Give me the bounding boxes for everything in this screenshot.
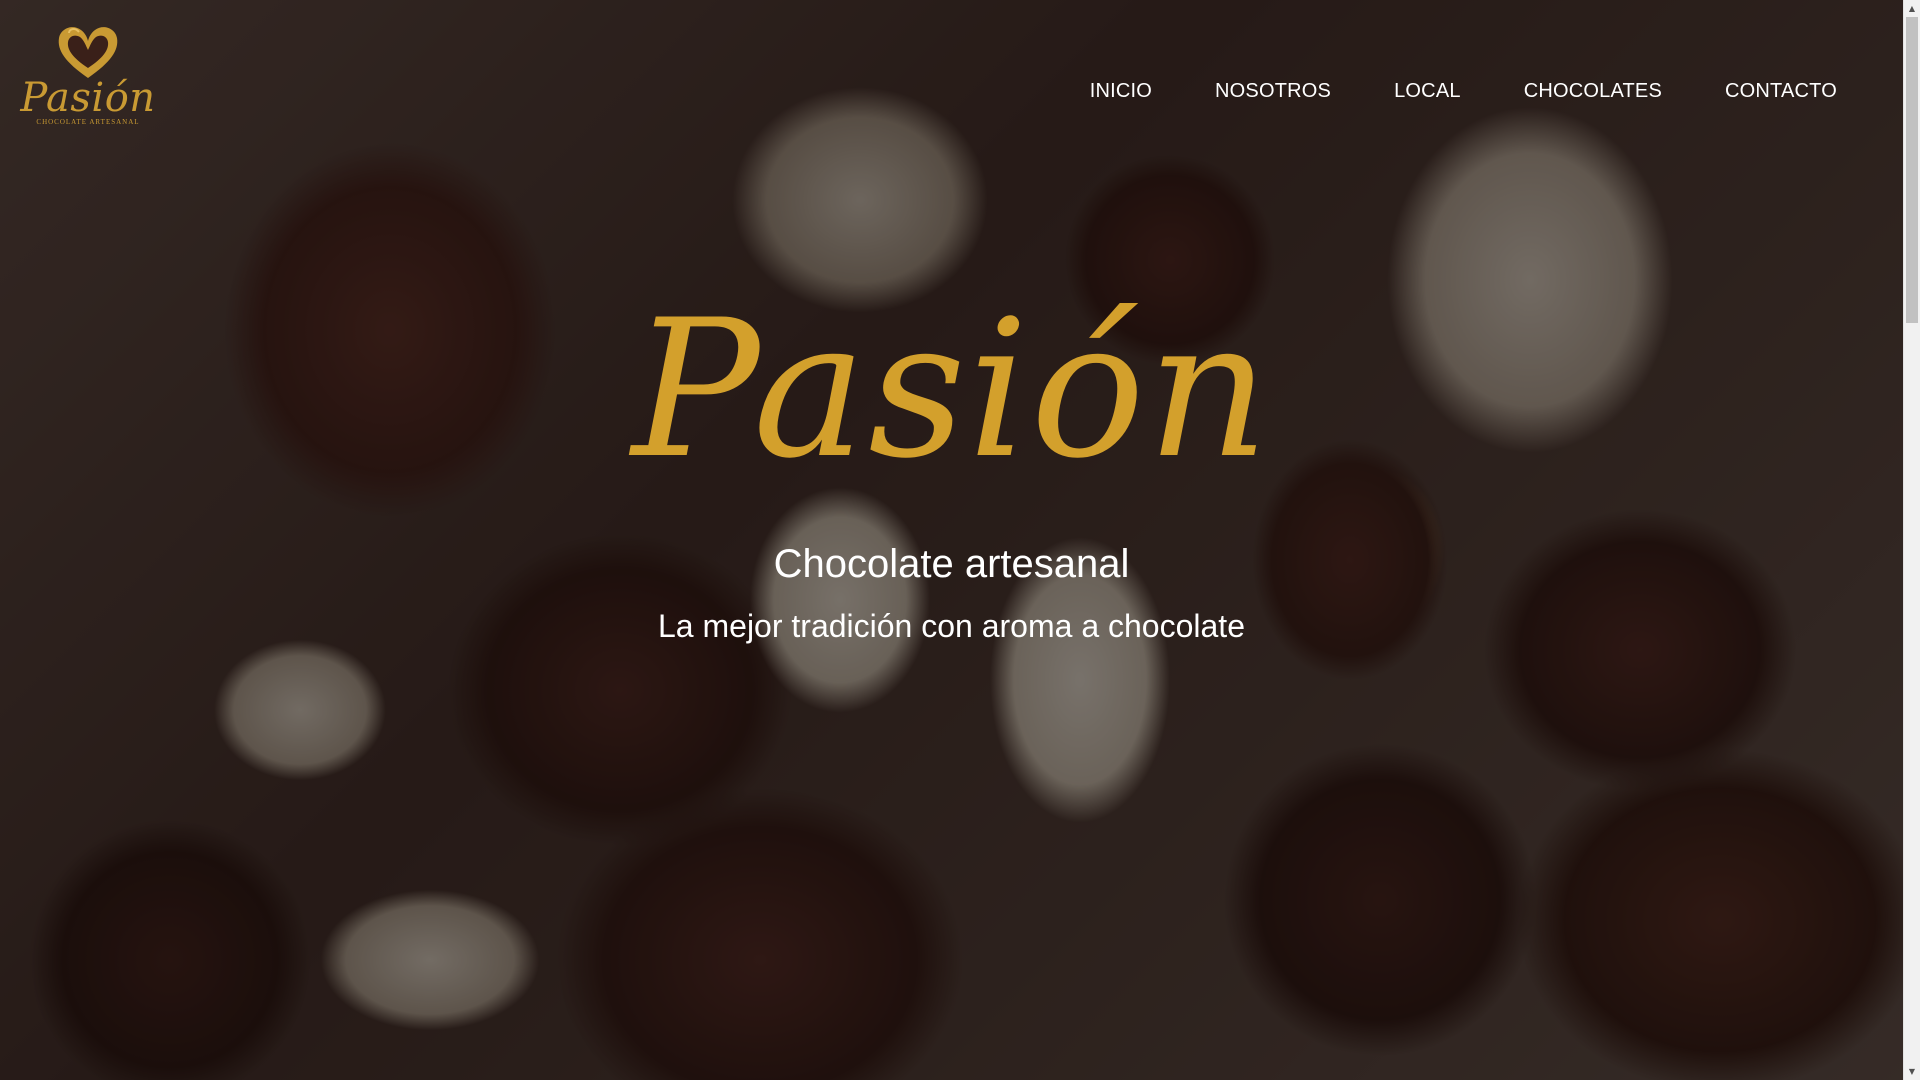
nav-item-inicio[interactable]: INICIO	[1090, 80, 1152, 103]
nav-item-chocolates[interactable]: CHOCOLATES	[1524, 80, 1662, 103]
nav-item-nosotros[interactable]: NOSOTROS	[1215, 80, 1331, 103]
logo-wordmark: Pasión	[20, 75, 156, 121]
triangle-down-icon[interactable]: ▼	[1904, 1063, 1920, 1080]
logo[interactable]: Pasión CHOCOLATE ARTESANAL	[18, 24, 158, 144]
hero-tagline: La mejor tradición con aroma a chocolate	[658, 608, 1245, 644]
hero-title: Pasión	[631, 279, 1272, 500]
heart-icon	[58, 27, 118, 78]
triangle-up-icon[interactable]: ▲	[1904, 0, 1920, 17]
nav-item-local[interactable]: LOCAL	[1394, 80, 1461, 103]
hero-subtitle: Chocolate artesanal	[773, 542, 1130, 586]
hero-overlay	[0, 0, 1903, 1080]
page: Pasión CHOCOLATE ARTESANAL INICIO NOSOTR…	[0, 0, 1920, 1080]
main-nav: INICIO NOSOTROS LOCAL CHOCOLATES CONTACT…	[1027, 80, 1837, 103]
scrollbar-thumb[interactable]	[1906, 17, 1918, 323]
logo-tagline: CHOCOLATE ARTESANAL	[36, 118, 140, 126]
vertical-scrollbar[interactable]: ▲ ▼	[1903, 0, 1920, 1080]
nav-item-contacto[interactable]: CONTACTO	[1725, 80, 1837, 103]
